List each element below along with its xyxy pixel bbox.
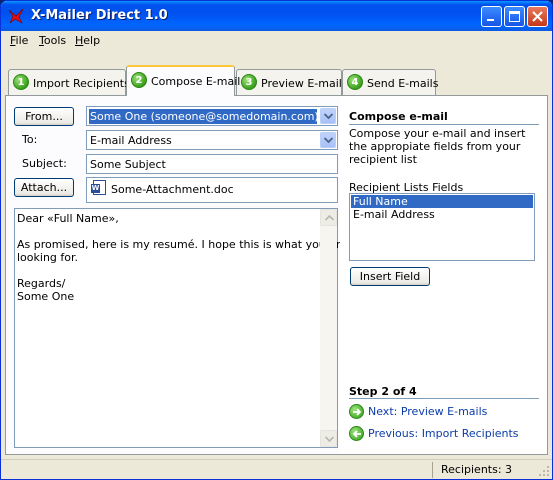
divider	[349, 124, 539, 125]
app-logo-icon	[8, 8, 24, 24]
chevron-down-icon	[325, 436, 334, 442]
chevron-up-icon	[325, 215, 334, 221]
minimize-icon	[487, 19, 494, 21]
menu-tools-label: ools	[43, 34, 67, 47]
tab-send-emails[interactable]: 4 Send E-mails	[342, 69, 439, 95]
from-button[interactable]: From...	[14, 107, 74, 126]
attach-button[interactable]: Attach...	[14, 178, 74, 197]
body-scrollbar[interactable]	[320, 209, 337, 447]
menu-file-label: ile	[15, 34, 29, 47]
scroll-up-button[interactable]	[320, 209, 337, 226]
close-icon	[532, 11, 543, 22]
previous-link[interactable]: Previous: Import Recipients	[349, 426, 539, 444]
attach-button-label: Attach...	[20, 181, 68, 194]
recipients-count: Recipients: 3	[432, 462, 532, 478]
panel-title: Compose e-mail	[349, 110, 448, 123]
title-bar[interactable]: X-Mailer Direct 1.0	[1, 1, 552, 31]
resize-grip-icon[interactable]	[538, 465, 550, 477]
word-document-icon	[91, 180, 106, 195]
help-panel: Compose e-mail Compose your e-mail and i…	[340, 96, 547, 454]
to-label: To:	[22, 133, 38, 146]
attachment-field[interactable]: Some-Attachment.doc	[86, 177, 338, 203]
panel-description: Compose your e-mail and insert the appro…	[349, 127, 526, 166]
menu-tools[interactable]: Tools	[39, 34, 66, 47]
step-3-icon: 3	[241, 74, 257, 90]
subject-input[interactable]: Some Subject	[86, 154, 338, 174]
wizard-tabs: 1 Import Recipients 2 Compose E-mail 3 P…	[1, 61, 552, 99]
tab-import-recipients[interactable]: 1 Import Recipients	[8, 69, 130, 95]
chevron-down-icon[interactable]	[320, 132, 336, 148]
body-line: Some One	[17, 290, 75, 303]
divider	[349, 398, 539, 399]
menu-bar: File Tools Help	[1, 31, 552, 51]
compose-page: From... Some One (someone@somedomain.com…	[5, 95, 548, 455]
tab-label: Send E-mails	[367, 77, 439, 90]
attachment-name: Some-Attachment.doc	[111, 183, 234, 196]
subject-value: Some Subject	[90, 158, 166, 171]
tab-preview-emails[interactable]: 3 Preview E-mails	[236, 69, 348, 95]
step-indicator: Step 2 of 4	[349, 385, 417, 398]
insert-field-button[interactable]: Insert Field	[350, 267, 430, 286]
menu-help-label: elp	[83, 34, 101, 47]
minimize-button[interactable]	[481, 6, 502, 27]
recipient-fields-list[interactable]: Full Name E-mail Address	[349, 193, 535, 261]
maximize-button[interactable]	[504, 6, 525, 27]
from-button-label: From...	[25, 110, 63, 123]
menu-file[interactable]: File	[10, 34, 28, 47]
from-select[interactable]: Some One (someone@somedomain.com)	[86, 106, 338, 126]
arrow-right-icon	[349, 404, 364, 419]
arrow-left-icon	[349, 426, 364, 441]
email-body-textarea[interactable]: Dear «Full Name», As promised, here is m…	[14, 208, 347, 448]
window-title: X-Mailer Direct 1.0	[31, 8, 168, 23]
next-link[interactable]: Next: Preview E-mails	[349, 404, 529, 422]
step-1-icon: 1	[13, 74, 29, 90]
to-select[interactable]: E-mail Address	[86, 130, 338, 150]
insert-field-label: Insert Field	[359, 270, 421, 283]
menu-help[interactable]: Help	[75, 34, 100, 47]
chevron-down-icon[interactable]	[320, 108, 336, 124]
body-line: Regards/	[17, 277, 66, 290]
tab-label: Import Recipients	[33, 77, 130, 90]
tab-compose-email[interactable]: 2 Compose E-mail	[126, 65, 240, 96]
maximize-icon	[509, 11, 520, 22]
to-value: E-mail Address	[90, 134, 172, 147]
body-line: looking for.	[17, 251, 79, 264]
list-item-email-address[interactable]: E-mail Address	[351, 208, 533, 221]
tab-label: Preview E-mails	[261, 77, 348, 90]
status-bar: Recipients: 3	[1, 459, 552, 479]
from-value: Some One (someone@somedomain.com)	[89, 109, 319, 124]
body-line: As promised, here is my resumé. I hope t…	[17, 238, 348, 251]
step-4-icon: 4	[347, 74, 363, 90]
previous-link-label: Previous: Import Recipients	[368, 427, 519, 440]
subject-label: Subject:	[22, 157, 67, 170]
scroll-down-button[interactable]	[320, 430, 337, 447]
app-window: X-Mailer Direct 1.0 File Tools Help 1 Im…	[0, 0, 553, 480]
tab-label: Compose E-mail	[151, 75, 241, 88]
step-2-icon: 2	[131, 72, 147, 88]
next-link-label: Next: Preview E-mails	[368, 405, 488, 418]
body-line: Dear «Full Name»,	[17, 212, 119, 225]
close-button[interactable]	[527, 6, 548, 27]
list-item-full-name[interactable]: Full Name	[351, 195, 533, 208]
